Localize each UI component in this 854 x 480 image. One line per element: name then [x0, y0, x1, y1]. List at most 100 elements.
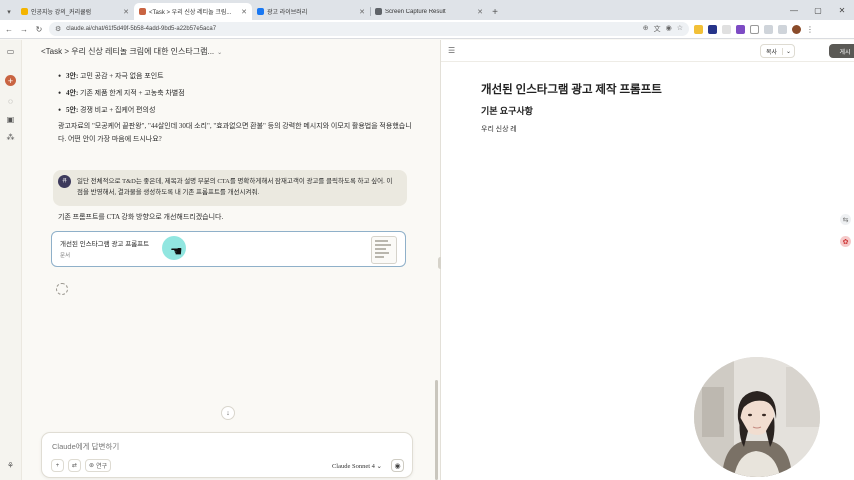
user-avatar: 큐 — [58, 175, 71, 188]
bullet-text: 고민 공감 + 자극 없음 포인트 — [80, 72, 164, 80]
new-tab-button[interactable]: + — [488, 4, 502, 20]
tab-title: Screen Capture Result — [385, 8, 446, 15]
document-body-text: 우리 신상 레 — [481, 125, 517, 133]
send-button[interactable]: ◉ — [391, 459, 404, 472]
floating-extension-icon[interactable]: ✿ — [840, 236, 851, 247]
back-icon[interactable]: ← — [4, 25, 14, 34]
bullet-label: 3안: — [66, 72, 79, 80]
reload-icon[interactable]: ↻ — [34, 25, 44, 34]
loading-spinner-icon — [56, 283, 68, 295]
extensions-puzzle-icon[interactable] — [764, 24, 773, 34]
browser-menu-icon[interactable]: ⋮ — [806, 25, 815, 34]
scroll-to-bottom-button[interactable]: ↓ — [221, 406, 235, 420]
browser-tab[interactable]: 인공지능 강의_커리큘럼 ✕ — [16, 3, 134, 20]
copy-button[interactable]: 복사 ⌄ — [760, 44, 796, 58]
chevron-down-icon[interactable]: ⌄ — [782, 47, 794, 55]
artifact-thumbnail — [371, 236, 397, 264]
chat-scrollbar[interactable] — [435, 380, 438, 480]
floating-tool-icon[interactable]: ⇆ — [840, 214, 851, 225]
model-selector[interactable]: Claude Sonnet 4 ⌄ — [332, 462, 382, 470]
copy-button-label: 복사 — [766, 49, 778, 56]
url-text: claude.ai/chat/61f5d49f-5b58-4add-9bd5-a… — [66, 26, 217, 32]
translate-icon[interactable]: 文 — [654, 24, 661, 34]
chevron-down-icon: ⌄ — [376, 463, 382, 470]
webcam-overlay — [694, 357, 820, 477]
artifact-list-icon[interactable]: ☰ — [448, 46, 455, 55]
tab-close-icon[interactable]: ✕ — [123, 8, 129, 16]
zoom-icon[interactable]: ⊕ — [643, 24, 649, 34]
tab-close-icon[interactable]: ✕ — [359, 8, 365, 16]
hand-cursor-icon: ☚ — [170, 243, 183, 259]
chevron-down-icon: ⌄ — [217, 50, 223, 56]
conversation-title-text: <Task > 우리 신상 레티놀 크림에 대한 인스타그램... — [41, 47, 215, 56]
tab-favicon-icon — [139, 8, 146, 15]
artifacts-icon[interactable]: ⁂ — [5, 132, 16, 143]
research-button[interactable]: ⊛ 연구 — [85, 459, 112, 472]
sidebar-toggle-icon[interactable]: ▭ — [5, 46, 16, 57]
list-item: 5안: 경쟁 비교 + 집케어 편의성 — [58, 102, 418, 119]
artifact-card-title: 개선된 인스타그램 광고 프롬프트 — [60, 241, 150, 248]
tab-title: <Task > 우리 신상 레티놀 크림... — [149, 10, 232, 16]
tab-title: 인공지능 강의_커리큘럼 — [31, 10, 92, 16]
download-icon[interactable] — [778, 24, 787, 34]
settings-icon[interactable]: ⚘ — [5, 460, 16, 471]
tab-favicon-icon — [21, 8, 28, 15]
extension-icon[interactable] — [722, 24, 731, 34]
forward-icon[interactable]: → — [19, 25, 29, 34]
close-window-icon[interactable]: ✕ — [830, 6, 854, 15]
app-sidebar-rail: ▭ + ◌ ▣ ⁂ ⚘ — [0, 40, 22, 480]
profile-avatar[interactable] — [792, 24, 801, 34]
tools-settings-button[interactable]: ⇄ — [68, 459, 82, 472]
tab-title: 광고 라이브러리 — [267, 10, 308, 16]
publish-button[interactable]: 게시 — [829, 44, 854, 58]
list-item: 3안: 고민 공감 + 자극 없음 포인트 — [58, 68, 418, 85]
message-composer[interactable]: Claude에게 답변하기 + ⇄ ⊛ 연구 Claude Sonnet 4 ⌄ … — [41, 432, 413, 478]
conversation-title[interactable]: <Task > 우리 신상 레티놀 크림에 대한 인스타그램... ⌄ — [41, 46, 222, 57]
composer-input[interactable]: Claude에게 답변하기 — [52, 441, 119, 452]
tab-close-icon[interactable]: ✕ — [241, 8, 247, 16]
extension-icon[interactable] — [708, 24, 717, 34]
extension-icon[interactable] — [736, 24, 745, 34]
artifact-toolbar: ☰ 복사 ⌄ 게시 — [441, 40, 854, 62]
window-controls: — ▢ ✕ — [782, 0, 854, 20]
list-item: 4안: 기존 제품 한계 지적 + 고농축 차별점 — [58, 85, 418, 102]
artifact-card-type: 문서 — [60, 253, 71, 259]
browser-tab[interactable]: Screen Capture Result ✕ — [370, 3, 488, 20]
tab-close-icon[interactable]: ✕ — [477, 8, 483, 16]
address-toolbar: ← → ↻ ⚙ claude.ai/chat/61f5d49f-5b58-4ad… — [0, 20, 854, 39]
research-label: 연구 — [96, 464, 108, 470]
extension-icon[interactable] — [750, 24, 759, 34]
bullet-text: 기존 제품 한계 지적 + 고농축 차별점 — [80, 89, 185, 97]
maximize-icon[interactable]: ▢ — [806, 6, 830, 15]
extension-icons: ⋮ — [694, 24, 815, 34]
bullet-label: 5안: — [66, 106, 79, 114]
browser-tab[interactable]: 광고 라이브러리 ✕ — [252, 3, 370, 20]
url-bar[interactable]: ⚙ claude.ai/chat/61f5d49f-5b58-4add-9bd5… — [49, 22, 689, 36]
assistant-paragraph: 광고자료의 "모공케어 끝판왕", "44살인데 30대 소리", "효과없으면… — [58, 122, 412, 143]
bullet-label: 4안: — [66, 89, 79, 97]
eye-icon[interactable]: ◉ — [666, 24, 672, 34]
tab-favicon-icon — [375, 8, 382, 15]
tab-favicon-icon — [257, 8, 264, 15]
webcam-person-image — [694, 357, 820, 477]
artifact-card[interactable]: 개선된 인스타그램 광고 프롬프트 문서 — [51, 231, 406, 267]
assistant-reply: 기존 프롬프트를 CTA 강화 방향으로 개선해드리겠습니다. — [58, 213, 224, 221]
document-title: 개선된 인스타그램 광고 제작 프롬프트 — [481, 84, 662, 96]
browser-tab-active[interactable]: <Task > 우리 신상 레티놀 크림... ✕ — [134, 3, 252, 20]
bookmark-star-icon[interactable]: ☆ — [677, 24, 683, 34]
document-section-heading: 기본 요구사항 — [481, 106, 533, 116]
tab-search-icon[interactable]: ▾ — [2, 4, 16, 20]
add-attachment-button[interactable]: + — [51, 459, 64, 472]
minimize-icon[interactable]: — — [782, 6, 806, 15]
site-info-icon[interactable]: ⚙ — [55, 25, 61, 33]
research-icon: ⊛ — [89, 463, 95, 469]
extension-icon[interactable] — [694, 24, 703, 34]
projects-icon[interactable]: ▣ — [5, 114, 16, 125]
new-chat-button[interactable]: + — [5, 75, 16, 86]
assistant-bullet-list: 3안: 고민 공감 + 자극 없음 포인트 4안: 기존 제품 한계 지적 + … — [58, 68, 418, 119]
user-message: 큐 일단 전체적으로 T&D는 좋은데, 제목과 설명 부분의 CTA를 명확하… — [53, 170, 407, 206]
chats-icon[interactable]: ◌ — [5, 96, 16, 107]
composer-tools: + ⇄ ⊛ 연구 — [51, 459, 112, 472]
model-name: Claude Sonnet 4 — [331, 463, 375, 470]
bullet-text: 경쟁 비교 + 집케어 편의성 — [80, 106, 156, 114]
